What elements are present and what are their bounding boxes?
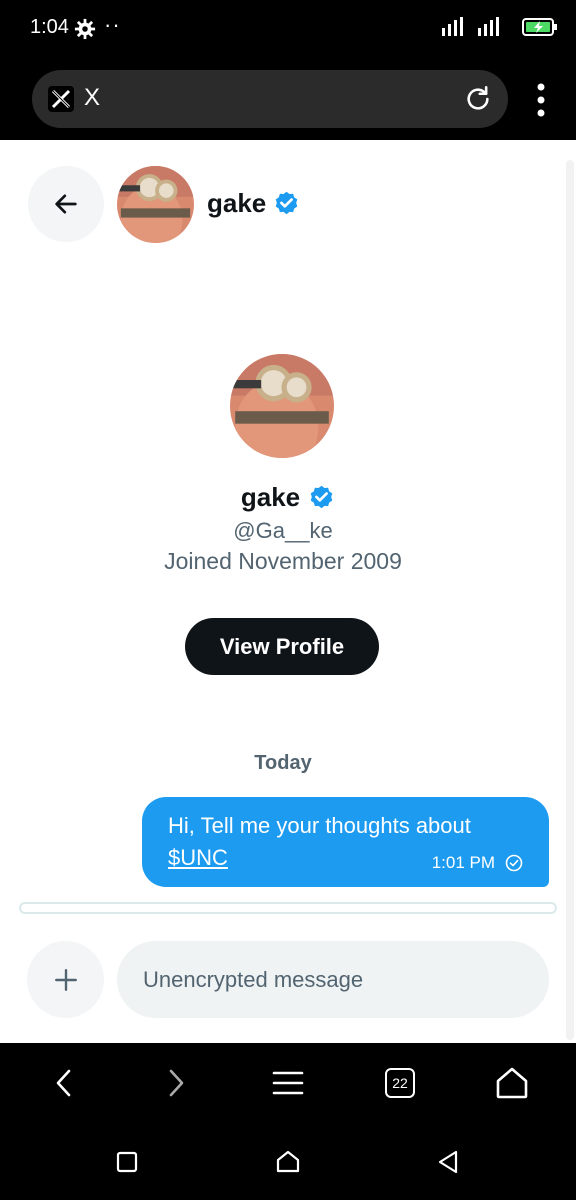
system-home-button[interactable] bbox=[273, 1147, 303, 1177]
x-logo-icon bbox=[48, 86, 74, 112]
tabs-button[interactable]: 22 bbox=[380, 1063, 420, 1103]
back-button[interactable] bbox=[28, 166, 104, 242]
message-bubble[interactable]: Hi, Tell me your thoughts about $UNC 1:0… bbox=[142, 797, 549, 887]
gear-icon bbox=[74, 18, 96, 40]
forward-icon bbox=[169, 1069, 184, 1097]
profile-handle: @Ga__ke bbox=[233, 518, 333, 543]
home-icon bbox=[496, 1067, 528, 1099]
message-text: Hi, Tell me your thoughts about bbox=[168, 813, 471, 838]
recents-button[interactable] bbox=[112, 1147, 142, 1177]
add-media-button[interactable] bbox=[27, 941, 104, 1018]
message-time: 1:01 PM bbox=[431, 853, 495, 872]
profile-joined-date: Joined November 2009 bbox=[164, 548, 402, 574]
signal-icon bbox=[442, 17, 499, 36]
back-arrow-icon bbox=[55, 194, 77, 214]
read-check-icon bbox=[505, 854, 523, 872]
browser-forward-button[interactable] bbox=[156, 1063, 196, 1103]
url-text[interactable]: X bbox=[84, 84, 100, 112]
system-navigation-bar bbox=[0, 1125, 576, 1200]
dm-conversation-page: gake gake @Ga__ke Joined November 2009 V… bbox=[0, 140, 576, 1043]
back-icon bbox=[438, 1150, 458, 1174]
recents-icon bbox=[116, 1151, 138, 1173]
more-vert-icon[interactable] bbox=[536, 82, 546, 118]
browser-bottom-toolbar: 22 bbox=[0, 1043, 576, 1125]
plus-icon bbox=[54, 968, 77, 991]
composer-divider bbox=[19, 902, 557, 914]
browser-back-button[interactable] bbox=[44, 1063, 84, 1103]
reload-icon[interactable] bbox=[464, 85, 492, 113]
status-indicators bbox=[440, 16, 558, 38]
profile-name: gake bbox=[240, 482, 301, 512]
menu-icon bbox=[272, 1071, 304, 1095]
address-bar[interactable]: X bbox=[32, 70, 508, 128]
cashtag-link[interactable]: $UNC bbox=[168, 845, 228, 871]
message-input[interactable] bbox=[117, 941, 549, 1018]
system-back-button[interactable] bbox=[433, 1147, 463, 1177]
browser-menu-button[interactable] bbox=[268, 1063, 308, 1103]
browser-home-button[interactable] bbox=[492, 1063, 532, 1103]
scrollbar[interactable] bbox=[566, 160, 574, 1040]
battery-charging-icon bbox=[522, 18, 557, 36]
day-separator: Today bbox=[254, 752, 312, 774]
verified-badge-icon bbox=[310, 485, 333, 509]
profile-avatar[interactable] bbox=[230, 354, 334, 458]
tabs-icon: 22 bbox=[385, 1068, 415, 1098]
profile-name-row: gake bbox=[0, 482, 576, 513]
home-icon bbox=[276, 1150, 300, 1173]
verified-badge-icon bbox=[275, 191, 298, 215]
view-profile-button[interactable]: View Profile bbox=[185, 618, 379, 675]
status-dots: ·· bbox=[104, 12, 121, 37]
header-avatar[interactable] bbox=[117, 166, 194, 243]
status-time: 1:04 bbox=[30, 16, 69, 38]
status-bar: 1:04 ·· bbox=[0, 0, 576, 60]
browser-toolbar: X bbox=[0, 60, 576, 140]
back-icon bbox=[56, 1069, 71, 1097]
header-username[interactable]: gake bbox=[207, 188, 266, 219]
